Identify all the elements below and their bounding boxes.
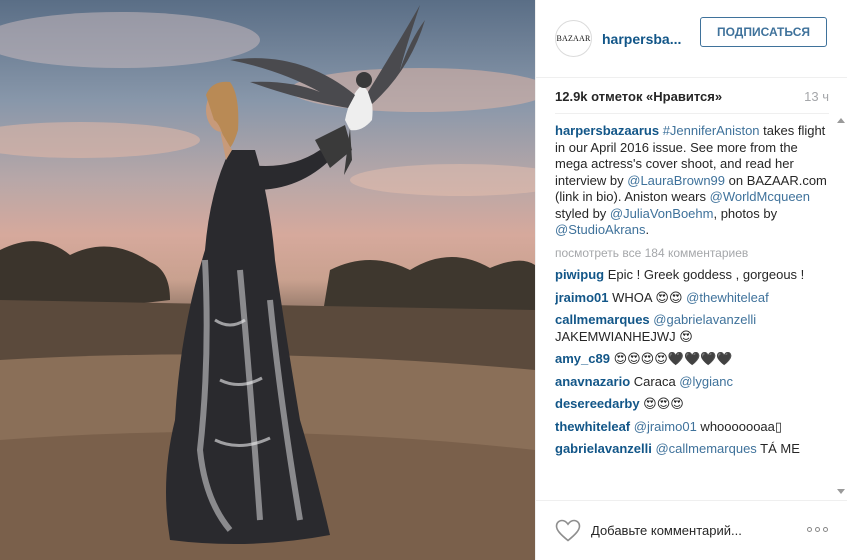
comment-text: 😍😍😍 [639,396,684,411]
comment-item: gabrielavanzelli @callmemarques TÁ ME [555,441,831,458]
comment-text: WHOA 😍😍 [608,289,687,305]
comment-text-tail: TÁ ME [756,441,800,456]
caption-mention[interactable]: @WorldMcqueen [710,189,810,204]
comment-user[interactable]: amy_c89 [555,351,610,366]
comment-text-tail: JAKEMWIANHEJWJ 😍 [555,328,693,344]
follow-button[interactable]: ПОДПИСАТЬСЯ [700,17,827,47]
comment-user[interactable]: thewhiteleaf [555,419,630,434]
caption-user[interactable]: harpersbazaarus [555,123,659,138]
post-photo[interactable] [0,0,535,560]
caption-text: styled by [555,205,610,221]
caption-mention[interactable]: @JuliaVonBoehm [610,206,714,221]
comments-list: harpersbazaarus #JenniferAniston takes f… [555,123,831,495]
comment-text: 😍😍😍😍🖤🖤🖤🖤 [609,351,733,366]
likes-row: 12.9k отметок «Нравится» 13 ч [555,80,829,114]
post-sidebar: BAZAAR harpersba... ПОДПИСАТЬСЯ 12.9k от… [535,0,847,560]
comment-text: Epic ! Greek goddess , gorgeous ! [604,267,805,282]
avatar-logo-text: BAZAAR [556,34,591,43]
post-header: BAZAAR harpersba... ПОДПИСАТЬСЯ [536,0,847,78]
caption: harpersbazaarus #JenniferAniston takes f… [555,123,831,239]
comment-item: thewhiteleaf @jraimo01 whooooooaa▯ [555,419,831,436]
post-footer [536,500,847,560]
more-dot [815,527,820,532]
heart-outline-icon[interactable] [555,519,581,543]
instagram-post: BAZAAR harpersba... ПОДПИСАТЬСЯ 12.9k от… [0,0,847,560]
more-dot [807,527,812,532]
comment-mention[interactable]: @callmemarques [655,441,756,456]
comment-item: piwipug Epic ! Greek goddess , gorgeous … [555,267,831,284]
likes-count[interactable]: 12.9k отметок «Нравится» [555,89,722,104]
caption-text: . [645,222,650,237]
comment-text-tail: whooooooaa▯ [696,418,783,434]
comment-item: jraimo01 WHOA 😍😍 @thewhiteleaf [555,290,831,307]
caption-text: , photos by [713,205,778,221]
caption-mention[interactable]: @StudioAkrans [555,222,646,237]
comment-item: anavnazario Caraca @lygianc [555,374,831,391]
caption-mention[interactable]: @LauraBrown99 [627,173,725,188]
comment-mention[interactable]: @gabrielavanzelli [653,312,756,327]
comment-mention[interactable]: @thewhiteleaf [686,290,769,305]
avatar[interactable]: BAZAAR [555,20,592,57]
timestamp[interactable]: 13 ч [804,89,829,104]
caption-hashtag[interactable]: #JenniferAniston [663,123,760,138]
comment-user[interactable]: anavnazario [555,374,630,389]
comment-user[interactable]: jraimo01 [555,290,608,305]
comment-item: callmemarques @gabrielavanzelli JAKEMWIA… [555,312,831,345]
comment-user[interactable]: callmemarques [555,312,650,327]
comment-user[interactable]: piwipug [555,267,604,282]
comment-input[interactable] [591,518,801,543]
view-all-comments-link[interactable]: посмотреть все 184 комментариев [555,245,831,262]
comment-item: amy_c89 😍😍😍😍🖤🖤🖤🖤 [555,351,831,368]
photo-illustration [0,5,535,560]
comment-user[interactable]: gabrielavanzelli [555,441,652,456]
comment-user[interactable]: desereedarby [555,396,640,411]
more-options-icon[interactable] [807,527,828,532]
comment-text: Caraca [630,373,680,389]
comments-scrollbar[interactable] [835,116,847,496]
more-dot [823,527,828,532]
comment-item: desereedarby 😍😍😍 [555,396,831,413]
comment-mention[interactable]: @lygianc [679,374,733,389]
scroll-down-arrow-icon[interactable] [837,489,845,494]
comment-mention[interactable]: @jraimo01 [634,419,697,434]
scroll-up-arrow-icon[interactable] [837,118,845,123]
